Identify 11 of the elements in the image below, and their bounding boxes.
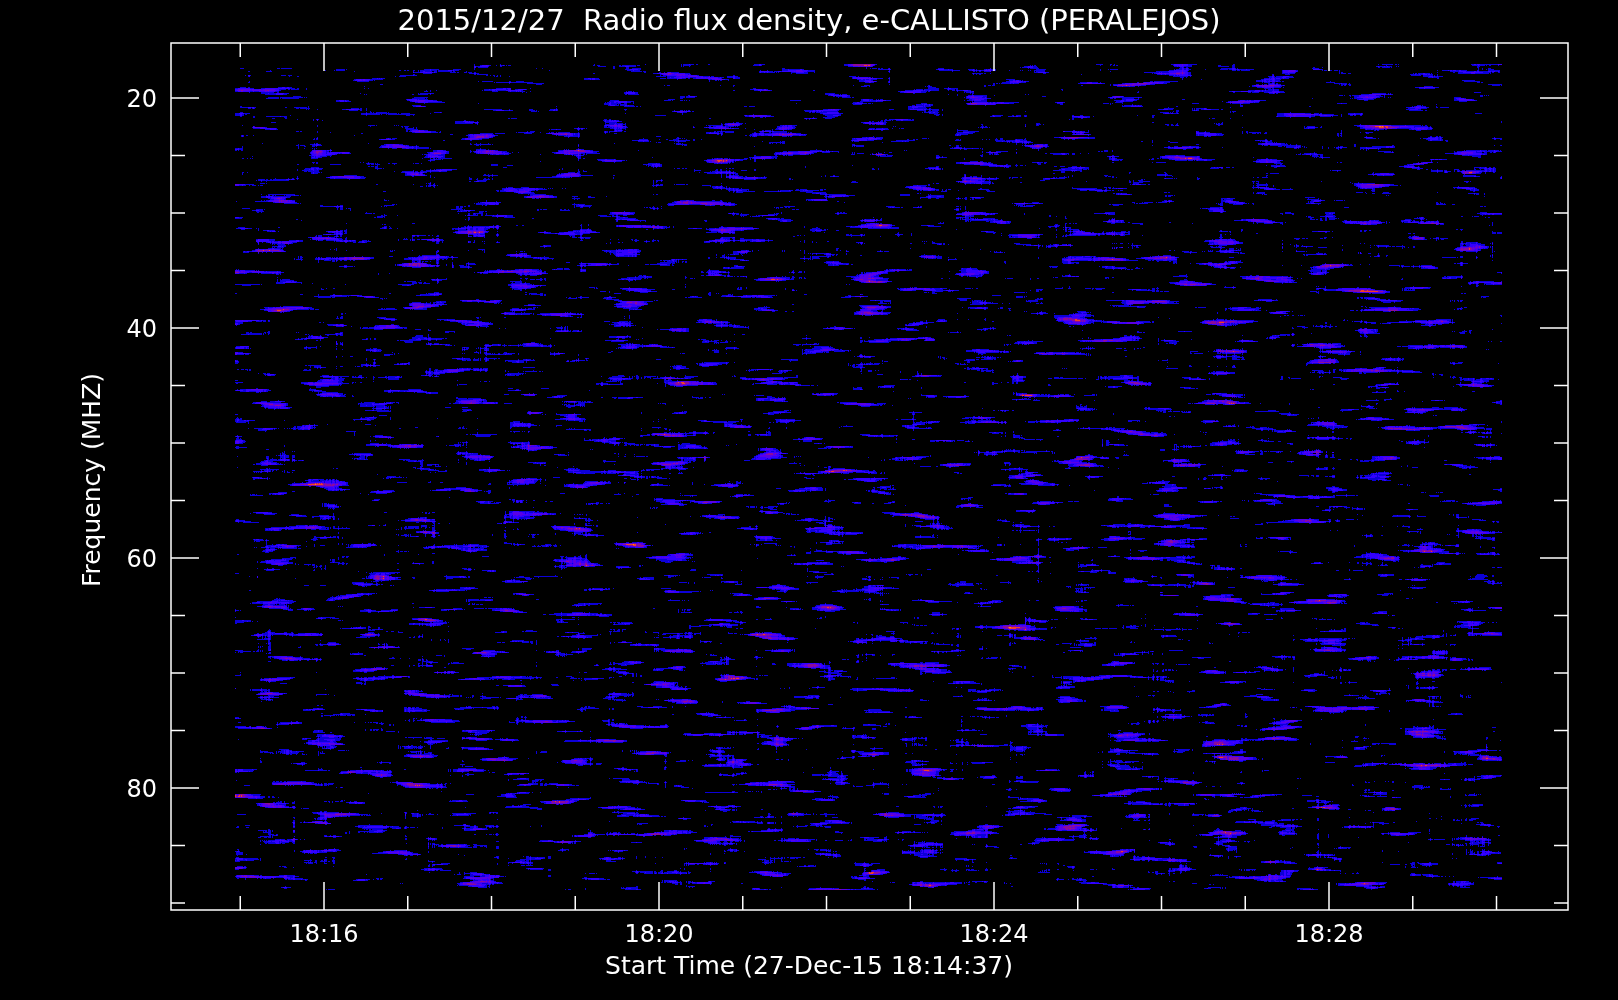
tick-label: 18:16: [289, 920, 359, 948]
chart-title: 2015/12/27 Radio flux density, e-CALLISTO (PERALEJOS): [397, 3, 1221, 37]
tick-label: 20: [126, 85, 157, 113]
tick-label: 18:20: [624, 920, 694, 948]
tick-label: 18:24: [959, 920, 1029, 948]
axis-label: Start Time (27-Dec-15 18:14:37): [605, 951, 1013, 980]
tick-label: 18:28: [1294, 920, 1364, 948]
axis-label: Frequency (MHZ): [77, 372, 106, 588]
tick-label: 80: [126, 775, 157, 803]
tick-label: 60: [126, 545, 157, 573]
tick-label: 40: [126, 315, 157, 343]
